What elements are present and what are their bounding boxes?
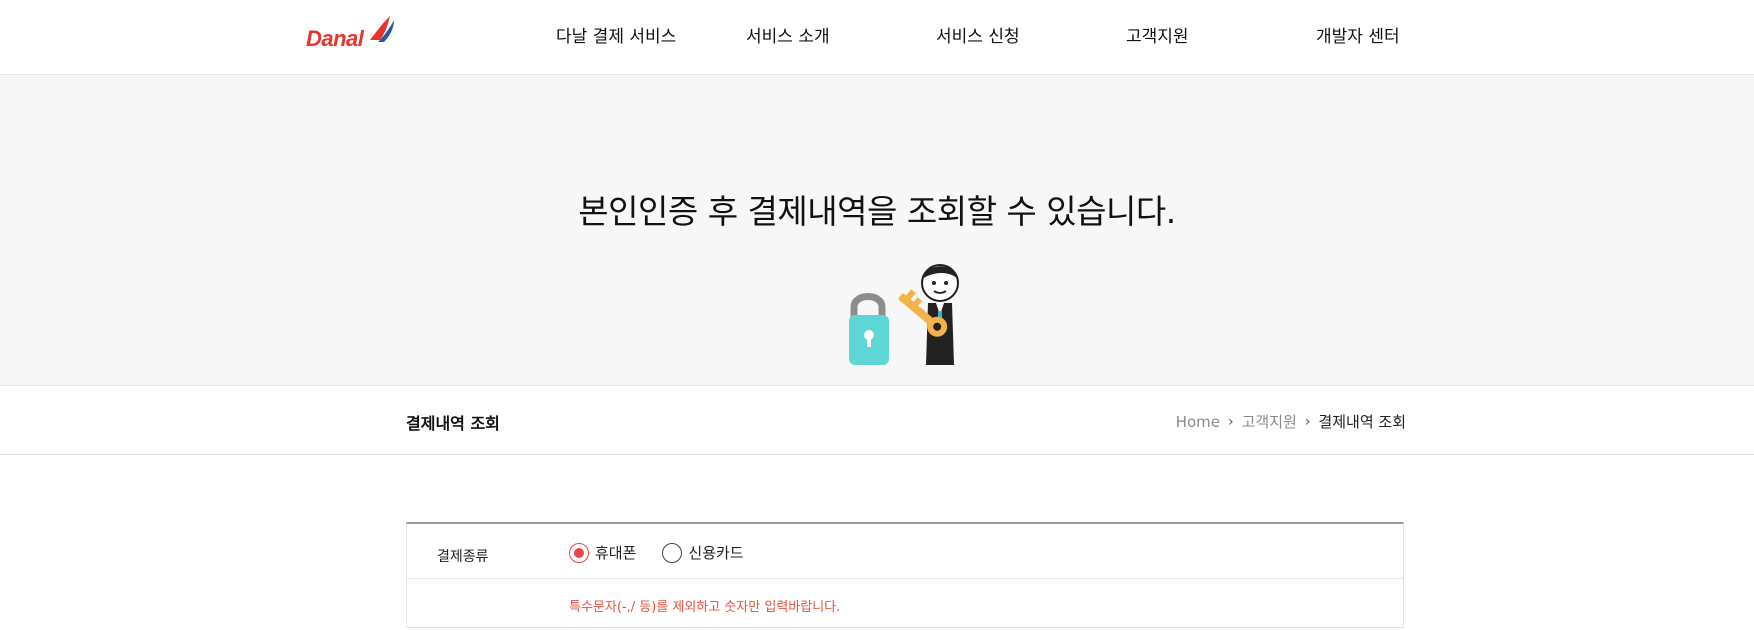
nav-developer-center[interactable]: 개발자 센터 (1316, 22, 1400, 47)
hero-banner: 본인인증 후 결제내역을 조회할 수 있습니다. (0, 75, 1754, 385)
danal-logo[interactable]: Danal (304, 14, 394, 54)
input-notice: 특수문자(-,/ 등)를 제외하고 숫자만 입력바랍니다. (569, 600, 841, 615)
breadcrumb-customer-support[interactable]: 고객지원 (1242, 411, 1297, 432)
chevron-right-icon: › (1228, 413, 1234, 430)
nav-customer-support[interactable]: 고객지원 (1126, 22, 1189, 47)
radio-option-mobile[interactable]: 휴대폰 (569, 542, 636, 563)
logo-swoosh-icon (370, 16, 394, 42)
breadcrumb-current: 결제내역 조회 (1318, 413, 1406, 431)
radio-mobile-label: 휴대폰 (595, 544, 637, 562)
hero-title: 본인인증 후 결제내역을 조회할 수 있습니다. (578, 192, 1176, 231)
payment-lookup-form: 결제종류 휴대폰 신용카드 특수문자(-,/ 등)를 제외하고 숫자만 입력바랍… (406, 522, 1404, 628)
site-header: Danal 다날 결제 서비스 서비스 소개 서비스 신청 고객지원 개발자 센… (0, 0, 1754, 75)
auth-illustration-icon (849, 264, 959, 365)
radio-option-credit-card[interactable]: 신용카드 (662, 542, 744, 563)
payment-type-radio-group: 휴대폰 신용카드 (569, 542, 770, 563)
chevron-right-icon: › (1304, 413, 1311, 430)
payment-type-row: 결제종류 휴대폰 신용카드 (407, 524, 1403, 579)
radio-credit-card[interactable] (662, 542, 683, 563)
page-header-bar: 결제내역 조회 Home › 고객지원 › 결제내역 조회 (0, 385, 1754, 455)
breadcrumb-home[interactable]: Home (1176, 413, 1220, 431)
nav-service-intro[interactable]: 서비스 소개 (746, 22, 830, 47)
radio-mobile[interactable] (569, 542, 589, 563)
page-title: 결제내역 조회 (406, 414, 500, 433)
payment-type-label: 결제종류 (437, 549, 489, 565)
logo-text: Danal (306, 26, 364, 51)
breadcrumb: Home › 고객지원 › 결제내역 조회 (1176, 411, 1406, 432)
nav-service-apply[interactable]: 서비스 신청 (936, 22, 1020, 47)
nav-danal-payment[interactable]: 다날 결제 서비스 (556, 22, 676, 47)
radio-credit-card-label: 신용카드 (688, 544, 744, 562)
